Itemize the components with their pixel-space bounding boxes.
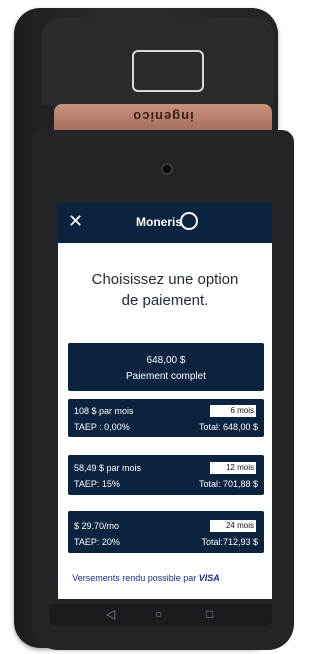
android-nav-bar: ◁ ○ □ <box>50 604 272 626</box>
payment-terminal: ingenico ✕ Moneris Choisissez une option… <box>14 8 294 650</box>
payment-screen: ✕ Moneris Choisissez une option de paiem… <box>58 203 272 599</box>
recent-apps-icon[interactable]: □ <box>206 607 213 621</box>
brand-label: ingenico <box>132 109 194 124</box>
apr-label: TAEP : 0,00% <box>74 422 130 432</box>
home-icon[interactable]: ○ <box>155 607 162 621</box>
camera-icon <box>161 163 173 175</box>
term-badge: 12 mois <box>210 462 256 474</box>
title-line-2: de paiement. <box>121 292 209 309</box>
close-icon[interactable]: ✕ <box>68 211 83 231</box>
title-line-1: Choisissez une option <box>91 271 239 288</box>
plan-option-24-months[interactable]: $ 29.70/mo 24 mois TAEP: 20% Total:712,9… <box>68 511 264 553</box>
apr-label: TAEP: 15% <box>74 479 120 489</box>
term-badge: 6 mois <box>210 405 256 417</box>
moneris-logo-icon <box>180 212 198 230</box>
monthly-amount: 108 $ par mois <box>74 406 134 416</box>
monthly-amount: 58,49 $ par mois <box>74 463 142 473</box>
total-label: Total: 701,88 $ <box>198 479 258 489</box>
back-icon[interactable]: ◁ <box>106 607 115 621</box>
full-payment-amount: 648,00 $ <box>146 355 186 366</box>
total-label: Total: 648,00 $ <box>198 422 258 432</box>
full-payment-option[interactable]: 648,00 $ Paiement complet <box>68 343 264 391</box>
footer-text: Versements rendu possible par <box>72 573 197 583</box>
term-badge: 24 mois <box>210 520 256 532</box>
full-payment-label: Paiement complet <box>125 371 207 382</box>
plan-option-6-months[interactable]: 108 $ par mois 6 mois TAEP : 0,00% Total… <box>68 399 264 437</box>
contactless-icon <box>132 50 204 92</box>
visa-installments-footer: Versements rendu possible par VISA <box>20 573 272 583</box>
plan-option-12-months[interactable]: 58,49 $ par mois 12 mois TAEP: 15% Total… <box>68 455 264 495</box>
brand-strip: ingenico <box>54 104 272 130</box>
screen-header: ✕ Moneris <box>58 203 272 243</box>
visa-logo: VISA <box>198 573 220 583</box>
monthly-amount: $ 29.70/mo <box>74 521 120 531</box>
total-label: Total:712,93 $ <box>201 537 258 547</box>
moneris-logo: Moneris <box>136 215 183 229</box>
apr-label: TAEP: 20% <box>74 537 120 547</box>
